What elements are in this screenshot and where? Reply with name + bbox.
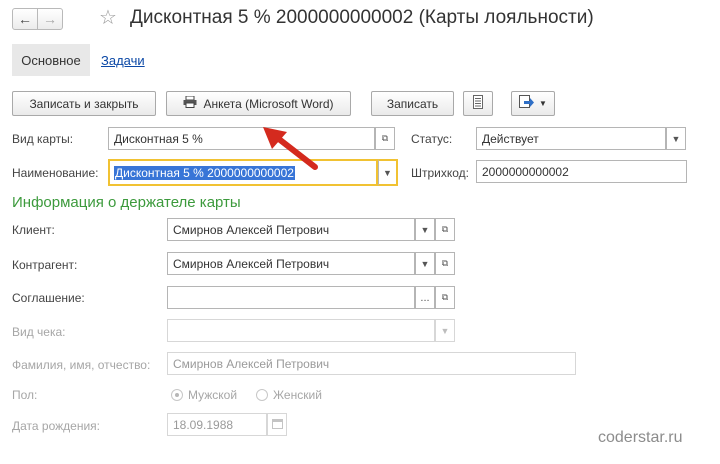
client-dropdown-button[interactable]: ▼: [415, 218, 435, 241]
agreement-label: Соглашение:: [12, 291, 85, 305]
open-counterparty-button[interactable]: ⧉: [435, 252, 455, 275]
chevron-down-icon: ▼: [539, 99, 547, 108]
open-agreement-button[interactable]: ⧉: [435, 286, 455, 309]
name-dropdown-button[interactable]: ▼: [378, 159, 398, 186]
card-type-field[interactable]: Дисконтная 5 %: [108, 127, 375, 150]
save-and-close-button[interactable]: Записать и закрыть: [12, 91, 156, 116]
calendar-button[interactable]: [267, 413, 287, 436]
open-card-type-button[interactable]: ⧉: [375, 127, 395, 150]
save-button[interactable]: Записать: [371, 91, 454, 116]
client-field[interactable]: Смирнов Алексей Петрович: [167, 218, 415, 241]
gender-female-label: Женский: [273, 388, 322, 402]
status-dropdown-button[interactable]: ▼: [666, 127, 686, 150]
receipt-type-dropdown-button[interactable]: ▼: [435, 319, 455, 342]
chevron-down-icon: ▼: [440, 325, 450, 336]
watermark: coderstar.ru: [598, 429, 683, 446]
chevron-down-icon: ▼: [671, 133, 681, 144]
list-document-icon: [473, 95, 483, 112]
star-icon[interactable]: ☆: [99, 5, 117, 30]
open-window-icon: ⧉: [441, 258, 449, 268]
receipt-type-select[interactable]: [167, 319, 435, 342]
open-window-icon: ⧉: [441, 224, 449, 234]
tab-main[interactable]: Основное: [12, 44, 90, 76]
arrow-right-icon: →: [43, 11, 57, 27]
gender-female-radio[interactable]: [256, 389, 268, 401]
back-button[interactable]: ←: [12, 8, 38, 30]
forward-button[interactable]: →: [37, 8, 63, 30]
chevron-down-icon: ▼: [383, 167, 392, 178]
window-title: Дисконтная 5 % 2000000000002 (Карты лоял…: [130, 7, 594, 28]
gender-male-radio[interactable]: [171, 389, 183, 401]
name-label: Наименование:: [12, 166, 99, 180]
counterparty-field[interactable]: Смирнов Алексей Петрович: [167, 252, 415, 275]
receipt-type-label: Вид чека:: [12, 325, 66, 339]
full-name-label: Фамилия, имя, отчество:: [12, 358, 151, 372]
card-type-label: Вид карты:: [12, 132, 74, 146]
calendar-icon: [271, 418, 283, 431]
holder-info-section-title: Информация о держателе карты: [12, 194, 241, 211]
word-form-button[interactable]: Анкета (Microsoft Word): [166, 91, 351, 116]
birth-date-label: Дата рождения:: [12, 419, 100, 433]
chevron-down-icon: ▼: [420, 224, 430, 235]
full-name-field[interactable]: Смирнов Алексей Петрович: [167, 352, 576, 375]
name-field[interactable]: Дисконтная 5 % 2000000000002: [108, 159, 378, 186]
gender-label: Пол:: [12, 388, 38, 402]
birth-date-field[interactable]: 18.09.1988: [167, 413, 267, 436]
gender-male-label: Мужской: [188, 388, 238, 402]
generate-document-icon: [519, 95, 535, 112]
agreement-field[interactable]: [167, 286, 415, 309]
counterparty-dropdown-button[interactable]: ▼: [415, 252, 435, 275]
annotation-arrow-icon: [263, 127, 318, 170]
status-label: Статус:: [411, 132, 453, 146]
barcode-field[interactable]: 2000000000002: [476, 160, 687, 183]
ellipsis-icon: ...: [420, 291, 430, 304]
client-label: Клиент:: [12, 223, 55, 237]
printer-icon: [183, 95, 197, 111]
barcode-label: Штрихкод:: [411, 166, 470, 180]
chevron-down-icon: ▼: [420, 258, 430, 269]
open-window-icon: ⧉: [381, 133, 389, 143]
report-button[interactable]: [463, 91, 493, 116]
counterparty-label: Контрагент:: [12, 258, 78, 272]
arrow-left-icon: ←: [18, 11, 32, 27]
tab-tasks[interactable]: Задачи: [101, 53, 145, 68]
status-select[interactable]: Действует: [476, 127, 666, 150]
agreement-select-button[interactable]: ...: [415, 286, 435, 309]
open-client-button[interactable]: ⧉: [435, 218, 455, 241]
radio-selected-dot: [175, 393, 179, 397]
create-based-on-button[interactable]: ▼: [511, 91, 555, 116]
open-window-icon: ⧉: [441, 292, 449, 302]
